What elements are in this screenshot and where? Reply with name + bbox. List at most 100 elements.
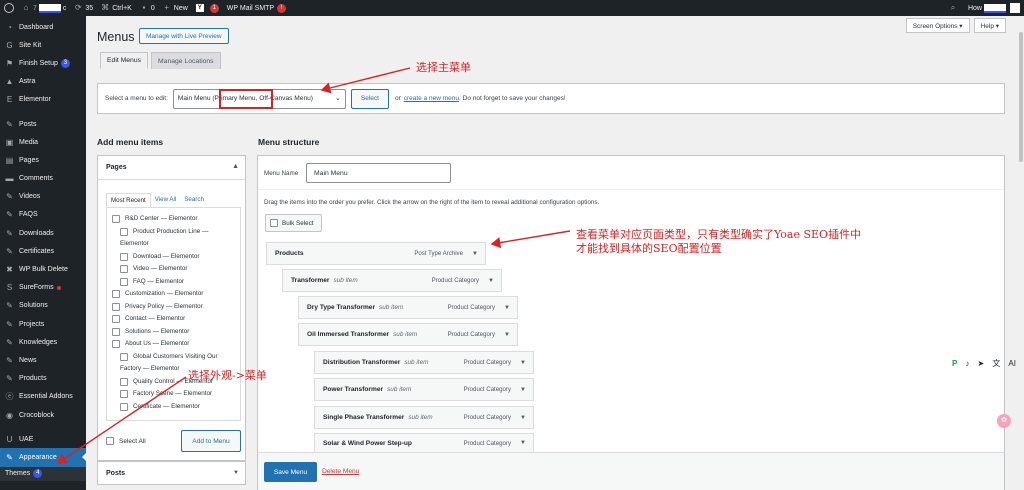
sidebar-item-pages[interactable]: ▤ Pages (0, 151, 86, 169)
screen-options-button[interactable]: Screen Options ▾ (905, 18, 970, 33)
sidebar-item-uae[interactable]: U UAE (0, 430, 86, 448)
sidebar-item-crocoblock[interactable]: ◉ Crocoblock (0, 406, 86, 424)
toggle-arrow-icon[interactable]: ▼ (504, 305, 510, 311)
sidebar-item-videos[interactable]: ✎ Videos (0, 188, 86, 206)
toggle-arrow-icon[interactable]: ▼ (504, 332, 510, 338)
page-list-item[interactable]: Certificate — Elementor (107, 401, 240, 414)
sidebar-item-elementor[interactable]: E Elementor (0, 91, 86, 109)
sidebar-item-astra[interactable]: ▲ Astra (0, 73, 86, 91)
checkbox[interactable] (112, 340, 120, 348)
posts-panel-header[interactable]: Posts ▼ (97, 461, 246, 485)
microphone-icon[interactable]: ♪ (965, 359, 969, 368)
menu-item-0[interactable]: Products Post Type Archive ▼ (266, 242, 486, 265)
menu-item-2[interactable]: Dry Type Transformer sub item Product Cate… (298, 296, 518, 319)
checkbox[interactable] (120, 227, 128, 236)
page-list-item[interactable]: Global Customers Visiting Our (107, 351, 240, 364)
checkbox[interactable] (120, 252, 128, 261)
sidebar-item-comments[interactable]: ▬ Comments (0, 170, 86, 188)
tab-most-recent[interactable]: Most Recent (106, 193, 151, 207)
sidebar-item-faqs[interactable]: ✎ FAQS (0, 206, 86, 224)
sidebar-item-essential-addons[interactable]: ⓔ Essential Addons (0, 388, 86, 406)
page-list-item[interactable]: Download — Elementor (107, 251, 240, 264)
toggle-arrow-icon[interactable]: ▼ (520, 360, 526, 366)
checkbox[interactable] (112, 215, 120, 223)
live-preview-button[interactable]: Manage with Live Preview (139, 28, 229, 44)
sidebar-item-appearance[interactable]: ✎ Appearance (0, 448, 86, 467)
floating-assistant-icon[interactable]: ✿ (997, 414, 1011, 428)
tab-manage-locations[interactable]: Manage Locations (151, 52, 221, 69)
yoast-menu[interactable]: Y1 (192, 0, 223, 16)
select-all-checkbox[interactable]: Select All (106, 437, 146, 445)
sidebar-item-posts[interactable]: ✎ Posts (0, 115, 86, 133)
page-list-item[interactable]: FAQ — Elementor (107, 276, 240, 289)
sidebar-item-knowledges[interactable]: ✎ Knowledges (0, 333, 86, 351)
wp-logo-menu[interactable] (0, 0, 18, 16)
checkbox[interactable] (120, 390, 128, 398)
my-account-menu[interactable]: How (964, 0, 1024, 16)
help-button[interactable]: Help ▾ (973, 18, 1006, 33)
menu-item-5[interactable]: Power Transformer sub item Product Categor… (314, 378, 534, 401)
checkbox[interactable] (120, 265, 128, 273)
sidebar-item-products[interactable]: ✎ Products (0, 370, 86, 388)
toggle-arrow-icon[interactable]: ▼ (488, 278, 494, 284)
tab-edit-menus[interactable]: Edit Menus (100, 52, 149, 69)
page-list-item[interactable]: Privacy Policy — Elementor (107, 301, 240, 314)
expand-arrow-icon[interactable]: ▼ (233, 470, 239, 476)
save-menu-button[interactable]: Save Menu (264, 462, 317, 482)
menu-name-input[interactable]: Main Menu (306, 163, 451, 183)
wp-mail-smtp-menu[interactable]: WP Mail SMTP! (223, 0, 290, 16)
checkbox[interactable] (120, 402, 128, 411)
comments-menu[interactable]: ▪ 0 (136, 0, 159, 16)
checkbox[interactable] (112, 327, 120, 336)
checkbox[interactable] (112, 315, 120, 323)
checkbox[interactable] (120, 352, 128, 361)
page-list-item[interactable]: Factory Scene — Elementor (107, 388, 240, 401)
bulk-select-button[interactable]: Bulk Select (265, 214, 322, 232)
sidebar-item-downloads[interactable]: ✎ Downloads (0, 224, 86, 242)
page-list-item[interactable]: Video — Elementor (107, 263, 240, 276)
sidebar-submenu-themes[interactable]: Themes 4 (0, 466, 86, 481)
tab-search[interactable]: Search (180, 193, 208, 207)
checkbox[interactable] (120, 277, 128, 286)
select-button[interactable]: Select (350, 88, 389, 109)
page-list-item[interactable]: Solutions — Elementor (107, 326, 240, 339)
toggle-arrow-icon[interactable]: ▼ (520, 387, 526, 393)
create-new-menu-link[interactable]: create a new menu (404, 95, 459, 102)
sidebar-item-media[interactable]: ▣ Media (0, 133, 86, 151)
admin-search[interactable]: ⌕ (945, 0, 964, 16)
menu-item-1[interactable]: Transformer sub item Product Category ▼ (282, 269, 502, 292)
page-list-item[interactable]: R&D Center — Elementor (107, 213, 240, 226)
tab-view-all[interactable]: View All (151, 193, 181, 207)
delete-menu-link[interactable]: Delete Menu (322, 468, 359, 475)
add-to-menu-button[interactable]: Add to Menu (181, 430, 241, 452)
menu-item-4[interactable]: Distribution Transformer sub item Product … (314, 351, 534, 374)
sidebar-item-solutions[interactable]: ✎ Solutions (0, 297, 86, 315)
send-icon[interactable]: ➤ (978, 359, 985, 368)
page-list-item[interactable]: Product Production Line — (107, 226, 240, 239)
sidebar-item-finish-setup[interactable]: ⚑ Finish Setup 3 (0, 54, 86, 72)
page-list-item[interactable]: Customization — Elementor (107, 288, 240, 301)
sidebar-item-wp-bulk-delete[interactable]: ✖ WP Bulk Delete (0, 260, 86, 278)
translate-icon[interactable]: 文 (992, 358, 1000, 369)
menu-item-6[interactable]: Single Phase Transformer sub item Product … (314, 406, 534, 429)
menu-item-3[interactable]: Oil Immersed Transformer sub item Product … (298, 323, 518, 346)
site-name-menu[interactable]: ⌂ 7c (18, 0, 70, 16)
toggle-arrow-icon[interactable]: ▼ (472, 251, 478, 257)
checkbox[interactable] (112, 302, 120, 311)
sidebar-item-sureforms[interactable]: S SureForms (0, 279, 86, 297)
toggle-arrow-icon[interactable]: ▼ (520, 415, 526, 421)
page-list-item[interactable]: About Us — Elementor (107, 338, 240, 351)
checkbox[interactable] (112, 290, 120, 298)
checkbox[interactable] (120, 377, 128, 386)
toggle-arrow-icon[interactable]: ▼ (520, 440, 526, 446)
page-list-item[interactable]: Contact — Elementor (107, 313, 240, 326)
sidebar-item-projects[interactable]: ✎ Projects (0, 315, 86, 333)
sidebar-item-news[interactable]: ✎ News (0, 351, 86, 369)
collapse-arrow-icon[interactable]: ▲ (232, 163, 239, 170)
ai-icon[interactable]: AI (1008, 359, 1016, 368)
p-icon[interactable]: P (952, 359, 957, 368)
sidebar-item-certificates[interactable]: ✎ Certificates (0, 242, 86, 260)
new-content-menu[interactable]: + New (159, 0, 192, 16)
command-palette[interactable]: ⌘ Ctrl+K (97, 0, 136, 16)
pages-panel-header[interactable]: Pages ▲ (98, 156, 245, 180)
